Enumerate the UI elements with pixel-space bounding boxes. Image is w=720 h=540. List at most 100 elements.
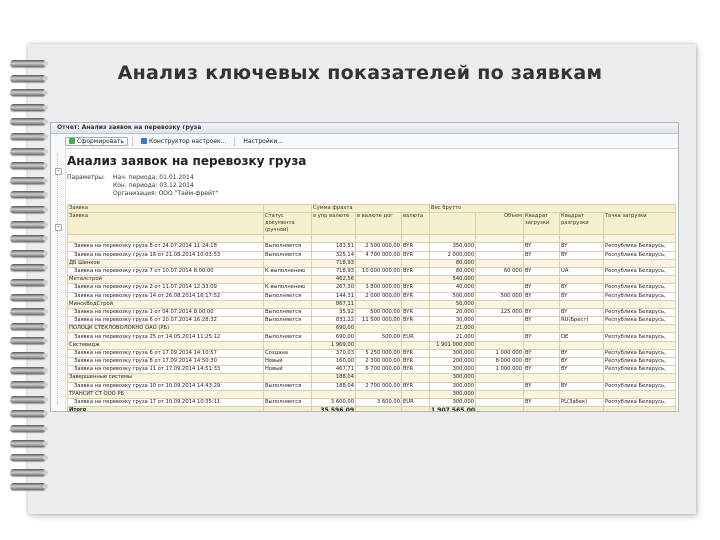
row-name: Заявка на перевозку груза 7 от 10.07.201… xyxy=(67,266,264,277)
table-row[interactable]: Заявка на перевозку груза 6 от 17.09.201… xyxy=(67,348,677,359)
group-row[interactable]: ДБ Шенков 718,93 80,000 xyxy=(67,258,677,268)
row-load-point: Республика Беларусь, xyxy=(603,348,677,359)
row-amount xyxy=(311,234,356,244)
row-gross-weight: 21,000 xyxy=(429,332,477,342)
row-amount: 188,04 xyxy=(311,381,356,391)
row-amount: 867,11 xyxy=(311,299,356,309)
row-load-square xyxy=(523,324,561,334)
row-currency xyxy=(400,373,431,383)
row-unload-square xyxy=(559,340,605,350)
row-load-square: BY xyxy=(523,381,561,391)
header-load-square: Квадрат загрузки xyxy=(523,212,561,236)
row-status xyxy=(263,258,312,268)
row-name: ПОЛОЦК СТЕКЛОВОЛОКНО ОАО (РБ) xyxy=(67,324,264,334)
row-name: Заявка на перевозку груза 6 от 20.07.201… xyxy=(67,316,264,326)
spiral-ring xyxy=(10,308,48,316)
row-name: Заявка на перевозку груза 25 от 14.05.20… xyxy=(67,332,264,342)
row-name: МинскВодСтрой xyxy=(67,299,264,309)
row-load-point xyxy=(603,373,677,383)
row-currency: BYR xyxy=(400,381,431,391)
row-gross-weight: 540,000 xyxy=(429,275,477,285)
table-row[interactable]: Заявка на перевозку груза 2 от 11.07.201… xyxy=(67,283,677,293)
group-row[interactable]: Систевидж 1 969,00 1 901 000,000 xyxy=(67,340,677,350)
row-amount: 718,93 xyxy=(311,258,356,268)
row-unload-square xyxy=(559,258,605,268)
header-currency: валюта xyxy=(400,212,431,236)
row-load-point: Республика Беларусь, xyxy=(603,397,677,408)
row-currency: EUR xyxy=(400,397,431,408)
row-load-point xyxy=(603,340,677,350)
spiral-ring xyxy=(10,468,48,476)
report-body: Анализ заявок на перевозку груза Парамет… xyxy=(67,149,677,411)
window-tab[interactable]: Отчет: Анализ заявок на перевозку груза xyxy=(51,123,678,134)
row-unload-square: BY xyxy=(559,291,605,301)
table-row[interactable]: Заявка на перевозку груза 17 от 10.09.20… xyxy=(67,397,677,408)
row-load-point: Республика Беларусь, xyxy=(603,283,677,293)
row-unload-square: BY xyxy=(559,307,605,318)
row-status: Выполняется xyxy=(263,397,312,408)
row-volume xyxy=(475,250,525,260)
spiral-ring xyxy=(10,352,48,359)
table-row[interactable]: Заявка на перевозку груза 6 от 20.07.201… xyxy=(67,316,677,326)
table-row[interactable]: Заявка на перевозку груза 7 от 10.07.201… xyxy=(67,266,677,277)
row-load-square xyxy=(523,340,561,350)
collapse-toggle[interactable]: − xyxy=(55,168,62,175)
spiral-ring xyxy=(10,337,48,345)
row-unload-square: RU(Брест) xyxy=(559,316,605,326)
row-contract-amount xyxy=(355,324,402,334)
row-unload-square: PL(Забек) xyxy=(559,397,605,408)
row-load-point xyxy=(603,406,677,411)
report-toolbar: Сформировать Конструктор настроек... Нас… xyxy=(51,134,678,149)
row-load-point xyxy=(603,324,677,334)
group-row[interactable]: Завершенные системы 188,04 300,000 xyxy=(67,373,677,383)
row-name: Завершенные системы xyxy=(67,373,264,383)
row-amount: 325,14 xyxy=(311,250,356,260)
table-row[interactable]: Заявка на перевозку груза 8 от 17.09.201… xyxy=(67,356,677,367)
spiral-ring xyxy=(10,425,48,432)
group-row[interactable]: Металстрой 462,56 540,000 xyxy=(67,275,677,285)
row-gross-weight: 350,000 xyxy=(429,242,477,252)
table-row[interactable]: Заявка на перевозку груза 14 от 26.08.20… xyxy=(67,291,677,301)
constructor-button[interactable]: Конструктор настроек... xyxy=(137,137,230,146)
spiral-ring xyxy=(10,103,48,111)
spiral-ring xyxy=(10,162,48,170)
row-volume xyxy=(475,275,525,285)
spiral-ring xyxy=(10,147,48,155)
row-contract-amount: 10 000 000,00 xyxy=(355,266,402,277)
group-row[interactable] xyxy=(67,234,677,244)
row-load-square: BY xyxy=(523,365,561,375)
header-freight: Сумма фрахта xyxy=(310,203,431,214)
row-status xyxy=(263,324,312,334)
row-contract-amount: 2 300 000,00 xyxy=(355,356,402,367)
row-amount: 3 600,00 xyxy=(311,397,356,408)
row-gross-weight: 300,000 xyxy=(429,389,477,399)
row-load-square: BY xyxy=(523,316,561,326)
row-gross-weight: 300,000 xyxy=(429,373,477,383)
row-amount: 690,00 xyxy=(311,332,356,342)
table-row[interactable]: Заявка на перевозку груза 11 от 17.09.20… xyxy=(67,365,677,375)
row-amount: 831,22 xyxy=(311,316,356,326)
row-amount: 188,04 xyxy=(311,373,356,383)
group-row[interactable]: ПОЛОЦК СТЕКЛОВОЛОКНО ОАО (РБ) 690,00 21,00… xyxy=(67,324,677,334)
row-unload-square xyxy=(559,373,605,383)
table-row[interactable]: Заявка на перевозку груза 10 от 10.09.20… xyxy=(67,381,677,391)
row-amount: 183,51 xyxy=(311,242,356,252)
table-row[interactable]: Заявка на перевозку груза 8 от 24.07.201… xyxy=(67,242,677,252)
row-currency: BYR xyxy=(400,291,431,301)
row-gross-weight: 1 907 565,000 xyxy=(429,406,477,411)
row-name: Заявка на перевозку груза 1 от 04.07.201… xyxy=(67,307,264,318)
settings-button[interactable]: Настройки... xyxy=(239,137,287,146)
row-gross-weight: 80,000 xyxy=(429,266,477,277)
row-currency xyxy=(400,299,431,309)
table-row[interactable]: Заявка на перевозку груза 16 от 21.08.20… xyxy=(67,250,677,260)
row-name: Заявка на перевозку груза 16 от 21.08.20… xyxy=(67,250,264,260)
table-row[interactable]: Заявка на перевозку груза 1 от 04.07.201… xyxy=(67,307,677,318)
collapse-toggle[interactable]: − xyxy=(55,224,62,231)
group-row[interactable]: ТРАНСИТ СТ ООО РБ 300,000 xyxy=(67,389,677,399)
table-row[interactable]: Заявка на перевозку груза 25 от 14.05.20… xyxy=(67,332,677,342)
total-row[interactable]: Итого 35 596,09 1 907 565,000 xyxy=(67,406,677,411)
group-row[interactable]: МинскВодСтрой 867,11 50,000 xyxy=(67,299,677,309)
generate-button[interactable]: Сформировать xyxy=(65,136,128,146)
spiral-ring xyxy=(10,454,48,462)
row-volume xyxy=(475,397,525,408)
